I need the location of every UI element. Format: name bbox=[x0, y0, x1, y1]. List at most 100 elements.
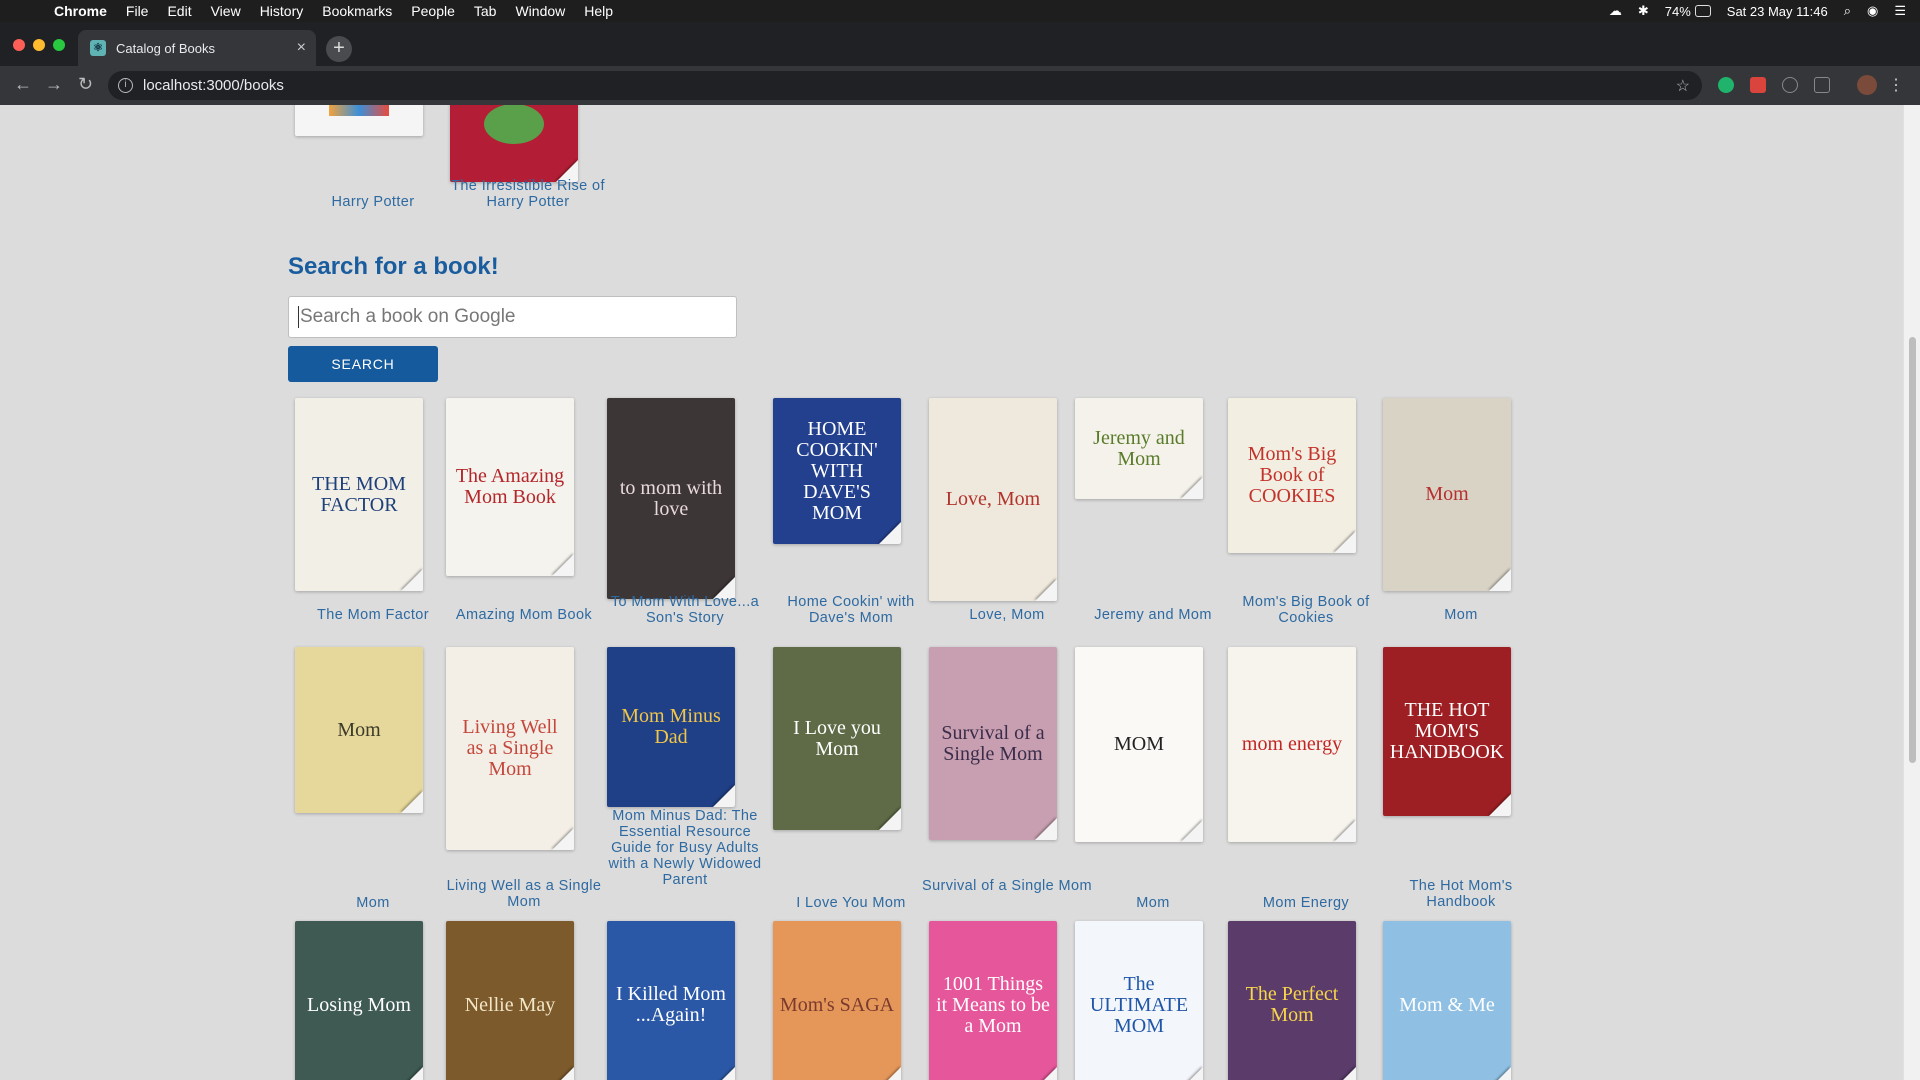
book-cover[interactable]: The Amazing Mom Book bbox=[446, 398, 574, 576]
search-input[interactable]: Search a book on Google bbox=[288, 296, 737, 338]
battery-icon[interactable] bbox=[1694, 5, 1711, 17]
back-button[interactable]: ← bbox=[14, 74, 32, 95]
reload-button[interactable]: ↻ bbox=[78, 74, 93, 95]
close-window-button[interactable] bbox=[13, 39, 25, 51]
menu-app-chrome[interactable]: Chrome bbox=[54, 3, 107, 19]
clock[interactable]: Sat 23 May 11:46 bbox=[1727, 4, 1828, 19]
tab-close-icon[interactable]: × bbox=[297, 39, 306, 57]
menu-edit[interactable]: Edit bbox=[167, 3, 191, 19]
page-scrollbar[interactable] bbox=[1903, 105, 1920, 1080]
extension-icon[interactable] bbox=[1814, 77, 1830, 93]
book-cover[interactable]: The Perfect Mom bbox=[1228, 921, 1356, 1080]
book-title[interactable]: Mom Energy bbox=[1220, 895, 1392, 911]
menu-history[interactable]: History bbox=[260, 3, 304, 19]
book-cover[interactable]: Mom & Me bbox=[1383, 921, 1511, 1080]
grammarly-extension-icon[interactable] bbox=[1718, 77, 1734, 93]
book-title[interactable]: Mom bbox=[287, 895, 459, 911]
forward-button[interactable]: → bbox=[45, 74, 63, 95]
search-button[interactable]: SEARCH bbox=[288, 346, 438, 382]
book-cover[interactable]: Mom bbox=[1383, 398, 1511, 591]
book-cover[interactable]: Mom bbox=[295, 647, 423, 813]
profile-avatar[interactable] bbox=[1857, 75, 1877, 95]
book-title[interactable]: To Mom With Love...a Son's Story bbox=[599, 594, 771, 626]
book-title[interactable]: Jeremy and Mom bbox=[1067, 607, 1239, 623]
extension-icon[interactable] bbox=[1750, 77, 1766, 93]
book-cover[interactable]: Mom's Big Book of COOKIES bbox=[1228, 398, 1356, 553]
book-title[interactable]: I Love You Mom bbox=[765, 895, 937, 911]
book-cover[interactable] bbox=[450, 105, 578, 182]
book-cover[interactable] bbox=[295, 105, 423, 136]
book-cover[interactable]: to mom with love bbox=[607, 398, 735, 599]
notification-center-icon[interactable]: ☰ bbox=[1894, 3, 1906, 19]
scrollbar-thumb[interactable] bbox=[1909, 337, 1916, 763]
extension-icon[interactable] bbox=[1782, 77, 1798, 93]
book-cover[interactable]: Living Well as a Single Mom bbox=[446, 647, 574, 850]
page-curl-icon bbox=[713, 1067, 735, 1080]
book-cover[interactable]: THE HOT MOM'S HANDBOOK bbox=[1383, 647, 1511, 816]
book-cover[interactable]: HOME COOKIN' WITH DAVE'S MOM bbox=[773, 398, 901, 544]
book-cover[interactable]: MOM bbox=[1075, 647, 1203, 842]
book-cover[interactable]: 1001 Things it Means to be a Mom bbox=[929, 921, 1057, 1080]
bookmark-star-icon[interactable]: ☆ bbox=[1676, 76, 1690, 96]
cover-text: Mom Minus Dad bbox=[621, 705, 721, 748]
menu-window[interactable]: Window bbox=[515, 3, 565, 19]
menu-file[interactable]: File bbox=[126, 3, 149, 19]
cover-text: Mom bbox=[337, 718, 381, 741]
cover-text: Mom's Big Book of COOKIES bbox=[1247, 443, 1337, 507]
page-curl-icon bbox=[1334, 1067, 1356, 1080]
menu-tab[interactable]: Tab bbox=[474, 3, 497, 19]
spotlight-search-icon[interactable]: ⌕ bbox=[1844, 3, 1851, 19]
menu-bookmarks[interactable]: Bookmarks bbox=[322, 3, 392, 19]
book-cover[interactable]: I Love you Mom bbox=[773, 647, 901, 830]
book-cover[interactable]: I Killed Mom ...Again! bbox=[607, 921, 735, 1080]
menu-view[interactable]: View bbox=[211, 3, 241, 19]
book-title[interactable]: Mom bbox=[1067, 895, 1239, 911]
battery-percent[interactable]: 74% bbox=[1665, 4, 1691, 19]
book-cover[interactable]: Love, Mom bbox=[929, 398, 1057, 601]
book-title[interactable]: Mom bbox=[1375, 607, 1547, 623]
book-cover[interactable]: Survival of a Single Mom bbox=[929, 647, 1057, 840]
book-title[interactable]: The Irresistible Rise of Harry Potter bbox=[442, 178, 614, 210]
book-cover[interactable]: Jeremy and Mom bbox=[1075, 398, 1203, 499]
menu-people[interactable]: People bbox=[411, 3, 455, 19]
cover-text: Nellie May bbox=[464, 993, 556, 1016]
book-cover[interactable]: Mom's SAGA bbox=[773, 921, 901, 1080]
cover-text: Living Well as a Single Mom bbox=[462, 716, 558, 780]
book-cover[interactable]: mom energy bbox=[1228, 647, 1356, 842]
book-title[interactable]: Home Cookin' with Dave's Mom bbox=[765, 594, 937, 626]
book-title[interactable]: Amazing Mom Book bbox=[438, 607, 610, 623]
tab-strip: ⚛ Catalog of Books × + bbox=[0, 22, 1920, 66]
tab-catalog-of-books[interactable]: ⚛ Catalog of Books × bbox=[78, 30, 316, 66]
book-title[interactable]: Harry Potter bbox=[287, 194, 459, 210]
menu-help[interactable]: Help bbox=[584, 3, 613, 19]
book-cover[interactable]: The ULTIMATE MOM bbox=[1075, 921, 1203, 1080]
page-curl-icon bbox=[1035, 579, 1057, 601]
book-cover[interactable]: Mom Minus Dad bbox=[607, 647, 735, 807]
minimize-window-button[interactable] bbox=[33, 39, 45, 51]
zoom-window-button[interactable] bbox=[53, 39, 65, 51]
cover-text: to mom with love bbox=[619, 476, 723, 520]
book-cover[interactable]: Losing Mom bbox=[295, 921, 423, 1080]
book-title[interactable]: Mom Minus Dad: The Essential Resource Gu… bbox=[599, 808, 771, 888]
bluetooth-icon[interactable]: ✱ bbox=[1638, 3, 1649, 19]
siri-icon[interactable]: ◉ bbox=[1867, 3, 1878, 19]
book-cover[interactable]: Nellie May bbox=[446, 921, 574, 1080]
cover-text: Love, Mom bbox=[945, 488, 1041, 510]
cloud-icon[interactable]: ☁ bbox=[1609, 3, 1622, 19]
cover-text: Mom's SAGA bbox=[779, 993, 895, 1016]
book-cover[interactable]: THE MOM FACTOR bbox=[295, 398, 423, 591]
page-curl-icon bbox=[1489, 794, 1511, 816]
book-title[interactable]: The Mom Factor bbox=[287, 607, 459, 623]
address-bar[interactable]: i localhost:3000/books ☆ bbox=[108, 71, 1702, 100]
browser-toolbar: ← → ↻ i localhost:3000/books ☆ ⋮ bbox=[0, 66, 1920, 105]
url-text[interactable]: localhost:3000/books bbox=[143, 77, 284, 94]
book-title[interactable]: Living Well as a Single Mom bbox=[438, 878, 610, 910]
book-title[interactable]: The Hot Mom's Handbook bbox=[1375, 878, 1547, 910]
book-title[interactable]: Survival of a Single Mom bbox=[921, 878, 1093, 894]
book-title[interactable]: Mom's Big Book of Cookies bbox=[1220, 594, 1392, 626]
chrome-menu-button[interactable]: ⋮ bbox=[1888, 75, 1904, 95]
status-area: ☁ ✱ 74% Sat 23 May 11:46 ⌕ ◉ ☰ bbox=[1593, 0, 1906, 22]
site-info-icon[interactable]: i bbox=[118, 78, 133, 93]
new-tab-button[interactable]: + bbox=[326, 36, 352, 62]
page-curl-icon bbox=[552, 1067, 574, 1080]
